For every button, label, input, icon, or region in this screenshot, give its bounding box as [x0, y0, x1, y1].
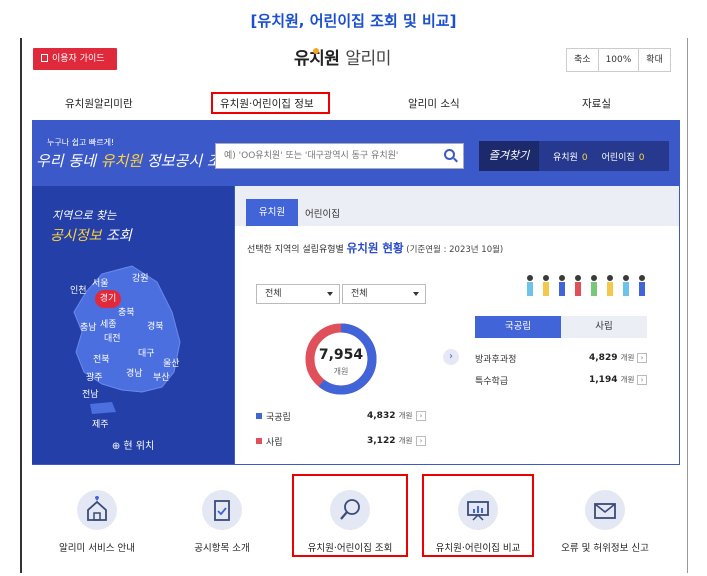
- menu-report-error[interactable]: 오류 및 허위정보 신고: [550, 490, 660, 554]
- legend-label-private: 사립: [266, 438, 283, 448]
- region-ulsan[interactable]: 울산: [163, 356, 180, 369]
- zoom-in-button[interactable]: 확대: [639, 49, 670, 71]
- chevron-down-icon: [327, 292, 333, 296]
- next-arrow-button[interactable]: ›: [443, 349, 459, 365]
- legend-swatch-public: [256, 413, 262, 419]
- site-logo[interactable]: 유치원 알리미: [294, 44, 391, 69]
- region-seoul[interactable]: 서울: [92, 276, 109, 289]
- nav-resources[interactable]: 자료실: [582, 96, 611, 111]
- zoom-out-button[interactable]: 축소: [567, 49, 599, 71]
- highlight-box-nav: [211, 92, 330, 114]
- region-chungnam[interactable]: 충남: [80, 320, 97, 333]
- presentation-board-icon: [458, 490, 498, 530]
- fav-daycare[interactable]: 어린이집 0: [602, 150, 645, 163]
- menu-search[interactable]: 유치원·어린이집 조회: [292, 474, 408, 557]
- tab-daycare[interactable]: 어린이집: [305, 206, 340, 220]
- region-gyeongnam[interactable]: 경남: [126, 366, 143, 379]
- region-select[interactable]: 전체: [256, 284, 340, 304]
- legend-swatch-private: [256, 438, 262, 444]
- total-count: 7,954: [318, 347, 364, 363]
- menu-compare[interactable]: 유치원·어린이집 비교: [422, 474, 534, 557]
- status-line: 선택한 지역의 설립유형별 유치원 현황 (기준연월 : 2023년 10월): [247, 241, 504, 255]
- children-illustration: [527, 275, 645, 296]
- legend-value-private: 3,122 개원: [367, 436, 413, 446]
- region-busan[interactable]: 부산: [153, 370, 170, 383]
- legend-label-public: 국공립: [266, 413, 291, 423]
- region-gwangju[interactable]: 광주: [86, 370, 103, 383]
- region-jeonbuk[interactable]: 전북: [93, 352, 110, 365]
- locate-icon: ⊕: [111, 441, 124, 452]
- chevron-down-icon: [413, 292, 419, 296]
- region-sejong[interactable]: 세종: [100, 317, 117, 330]
- nav-news[interactable]: 알리미 소식: [408, 96, 460, 111]
- tab-kindergarten[interactable]: 유치원: [246, 199, 298, 226]
- favorites-bar: 즐겨찾기 유치원 0 어린이집 0: [479, 141, 669, 171]
- tab-public[interactable]: 국공립: [475, 316, 561, 338]
- region-daegu[interactable]: 대구: [138, 346, 155, 359]
- zoom-controls: 축소 100% 확대: [566, 48, 671, 72]
- panel-tab-strip: [235, 186, 679, 226]
- book-icon: [41, 54, 48, 62]
- region-gyeongbuk[interactable]: 경북: [147, 319, 164, 332]
- map-title-line1: 지역으로 찾는: [52, 209, 117, 222]
- stat-detail-afterschool-button[interactable]: ›: [637, 353, 647, 363]
- type-select[interactable]: 전체: [342, 284, 426, 304]
- region-incheon[interactable]: 인천: [70, 283, 87, 296]
- stat-detail-special-button[interactable]: ›: [637, 375, 647, 385]
- search-box: [215, 143, 464, 169]
- tab-private[interactable]: 사립: [561, 316, 647, 338]
- region-jeju[interactable]: 제주: [92, 417, 109, 430]
- menu-disclosure-items[interactable]: 공시항목 소개: [167, 490, 277, 554]
- stat-value-special: 1,194 개원: [589, 375, 635, 385]
- zoom-level: 100%: [599, 49, 640, 71]
- tagline-small: 누구나 쉽고 빠르게!: [47, 138, 115, 147]
- fav-kindergarten[interactable]: 유치원 0: [553, 150, 588, 163]
- legend-detail-public-button[interactable]: ›: [416, 411, 426, 421]
- stat-label-afterschool: 방과후과정: [475, 355, 517, 365]
- clipboard-check-icon: [202, 490, 242, 530]
- region-chungbuk[interactable]: 충북: [118, 305, 135, 318]
- region-gangwon[interactable]: 강원: [132, 271, 149, 284]
- stat-value-afterschool: 4,829 개원: [589, 353, 635, 363]
- house-heart-icon: [77, 490, 117, 530]
- menu-service-guide[interactable]: 알리미 서비스 안내: [42, 490, 152, 554]
- legend-value-public: 4,832 개원: [367, 411, 413, 421]
- magnifier-icon: [330, 490, 370, 530]
- favorites-label[interactable]: 즐겨찾기: [479, 141, 539, 171]
- map-title-line2: 공시정보 조회: [50, 228, 132, 244]
- search-icon[interactable]: [444, 149, 455, 160]
- region-jeonnam[interactable]: 전남: [82, 387, 99, 400]
- total-unit: 개원: [333, 367, 349, 376]
- search-input[interactable]: [216, 144, 436, 168]
- page-caption: [유치원, 어린이집 조회 및 비교]: [250, 12, 457, 30]
- region-daejeon[interactable]: 대전: [104, 331, 121, 344]
- stat-label-special: 특수학급: [475, 377, 509, 387]
- nav-about[interactable]: 유치원알리미란: [65, 96, 133, 111]
- user-guide-button[interactable]: 이용자 가이드: [33, 48, 117, 70]
- envelope-icon: [585, 490, 625, 530]
- legend-detail-private-button[interactable]: ›: [416, 436, 426, 446]
- current-location-button[interactable]: ⊕ 현 위치: [32, 437, 234, 452]
- tagline: 우리 동네 유치원 정보공시 조회: [36, 152, 235, 170]
